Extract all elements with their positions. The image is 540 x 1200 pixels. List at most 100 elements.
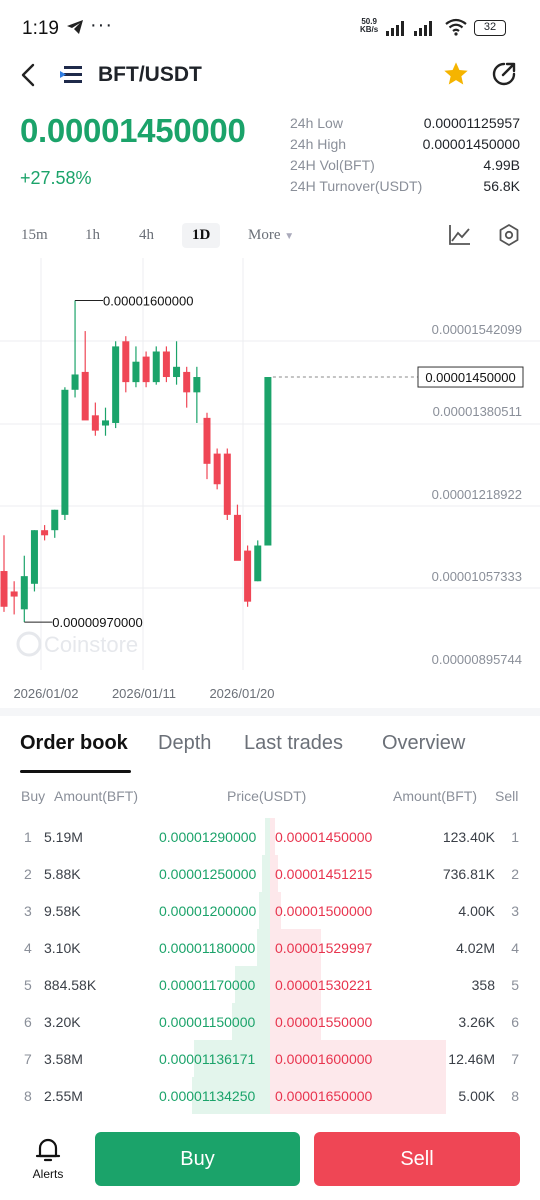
- status-time: 1:19: [22, 18, 59, 39]
- telegram-icon: [67, 20, 83, 34]
- sell-amount: 5.00K: [458, 1088, 495, 1104]
- sell-price: 0.00001550000: [275, 1014, 373, 1030]
- col-buy: Buy: [21, 788, 46, 804]
- timeframe-1h[interactable]: 1h: [85, 227, 100, 244]
- col-price: Price(USDT): [227, 788, 307, 804]
- candle-body: [102, 420, 109, 426]
- row-index-sell: 2: [511, 866, 519, 882]
- row-index-sell: 7: [511, 1051, 519, 1067]
- back-arrow-icon[interactable]: [16, 60, 40, 90]
- low-annotation-label: 0.00000970000: [52, 615, 142, 630]
- candle-body: [142, 356, 150, 383]
- sell-price: 0.00001500000: [275, 903, 373, 919]
- sell-amount: 12.46M: [448, 1051, 495, 1067]
- row-index-buy: 6: [24, 1014, 32, 1030]
- orderbook-row[interactable]: 3 9.58K 0.00001200000 0.00001500000 4.00K 3: [0, 892, 540, 929]
- stat-24h-turnover: 24H Turnover(USDT) 56.8K: [290, 178, 520, 194]
- network-speed: 50.9 KB/s: [360, 17, 379, 34]
- alerts-label: Alerts: [32, 1167, 64, 1181]
- col-sell: Sell: [495, 788, 519, 804]
- tab-last-trades[interactable]: Last trades: [244, 732, 343, 755]
- tab-overview[interactable]: Overview: [382, 732, 465, 755]
- tab-depth[interactable]: Depth: [158, 732, 211, 755]
- orderbook-row[interactable]: 1 5.19M 0.00001290000 0.00001450000 123.40K 1: [0, 818, 540, 855]
- candle-body: [152, 351, 160, 383]
- orderbook-row[interactable]: 4 3.10K 0.00001180000 0.00001529997 4.02M 4: [0, 929, 540, 966]
- stat-24h-volume: 24H Vol(BFT) 4.99B: [290, 157, 520, 173]
- sell-price: 0.00001451215: [275, 866, 373, 882]
- price-change: +27.58%: [20, 168, 92, 188]
- orderbook-row[interactable]: 8 2.55M 0.00001134250 0.00001650000 5.00K 8: [0, 1077, 540, 1114]
- timeframe-1d[interactable]: 1D: [182, 223, 221, 248]
- row-index-buy: 2: [24, 866, 32, 882]
- pair-title[interactable]: BFT/USDT: [98, 63, 202, 87]
- row-index-buy: 4: [24, 940, 32, 956]
- signal-icon-2: [414, 21, 432, 36]
- buy-depth-bar: [256, 929, 270, 966]
- watermark-text: Coinstore: [44, 632, 138, 657]
- y-tick-label: 0.00000895744: [432, 652, 522, 667]
- orderbook-row[interactable]: 5 884.58K 0.00001170000 0.00001530221 358 5: [0, 966, 540, 1003]
- candle-body: [91, 415, 99, 431]
- watermark-logo: [16, 631, 42, 657]
- timeframe-15m[interactable]: 15m: [21, 227, 48, 244]
- signal-icon: [386, 21, 404, 36]
- bell-icon: [35, 1138, 61, 1162]
- orderbook-row[interactable]: 2 5.88K 0.00001250000 0.00001451215 736.81K 2: [0, 855, 540, 892]
- candle-body: [132, 361, 140, 383]
- buy-amount: 3.20K: [44, 1014, 81, 1030]
- sell-button[interactable]: Sell: [314, 1132, 520, 1186]
- candle-body: [193, 377, 201, 393]
- candle-body: [81, 371, 89, 421]
- y-tick-label: 0.00001057333: [432, 569, 522, 584]
- tab-order-book[interactable]: Order book: [20, 732, 128, 755]
- orderbook-row[interactable]: 7 3.58M 0.00001136171 0.00001600000 12.46M 7: [0, 1040, 540, 1077]
- sell-amount: 4.00K: [458, 903, 495, 919]
- orderbook: 1 5.19M 0.00001290000 0.00001450000 123.40K 1…: [0, 818, 540, 1114]
- y-tick-label: 0.00001542099: [432, 322, 522, 337]
- candle-body: [223, 453, 231, 515]
- chart-type-icon[interactable]: [448, 224, 472, 246]
- candlestick-chart[interactable]: Coinstore 0.00001542099 0.00001380511 0.000…: [0, 258, 540, 708]
- buy-button[interactable]: Buy: [95, 1132, 300, 1186]
- row-index-sell: 3: [511, 903, 519, 919]
- candle-body: [213, 453, 221, 485]
- row-index-buy: 5: [24, 977, 32, 993]
- settings-icon[interactable]: [497, 223, 521, 247]
- candle-body: [30, 530, 38, 584]
- timeframe-bar: 15m 1h 4h 1D More ▼: [0, 220, 540, 252]
- buy-price: 0.00001136171: [159, 1051, 256, 1067]
- share-icon[interactable]: [490, 60, 518, 88]
- timeframe-more[interactable]: More ▼: [248, 227, 294, 244]
- candle-body: [244, 550, 252, 602]
- more-notifications-icon: ···: [90, 14, 113, 36]
- sell-amount: 736.81K: [442, 866, 495, 882]
- row-index-sell: 4: [511, 940, 519, 956]
- favorite-star-icon[interactable]: [442, 60, 470, 88]
- row-index-sell: 6: [511, 1014, 519, 1030]
- buy-price: 0.00001150000: [159, 1014, 256, 1030]
- ticker-stats: 24h Low 0.00001125957 24h High 0.000014500…: [290, 115, 520, 199]
- alerts-button[interactable]: Alerts: [26, 1136, 70, 1181]
- buy-amount: 5.88K: [44, 866, 81, 882]
- col-amount-buy: Amount(BFT): [54, 788, 139, 804]
- candle-body: [112, 346, 120, 423]
- candle-body: [0, 571, 8, 607]
- coin-logo-icon: [60, 66, 82, 83]
- candle-body: [20, 576, 28, 610]
- orderbook-row[interactable]: 6 3.20K 0.00001150000 0.00001550000 3.26K 6: [0, 1003, 540, 1040]
- row-index-buy: 3: [24, 903, 32, 919]
- last-price: 0.00001450000: [20, 112, 246, 149]
- sell-price: 0.00001529997: [275, 940, 373, 956]
- sell-price: 0.00001600000: [275, 1051, 373, 1067]
- buy-price: 0.00001134250: [159, 1088, 256, 1104]
- bottom-action-bar: Alerts Buy Sell: [0, 1122, 540, 1200]
- detail-tabs: Order book Depth Last trades Overview: [0, 728, 540, 776]
- candle-body: [264, 377, 272, 546]
- caret-down-icon: ▼: [284, 231, 295, 242]
- candle-body: [183, 371, 191, 393]
- app-header: BFT/USDT: [0, 50, 540, 100]
- candle-body: [71, 374, 79, 390]
- timeframe-4h[interactable]: 4h: [139, 227, 154, 244]
- buy-price: 0.00001250000: [159, 866, 257, 882]
